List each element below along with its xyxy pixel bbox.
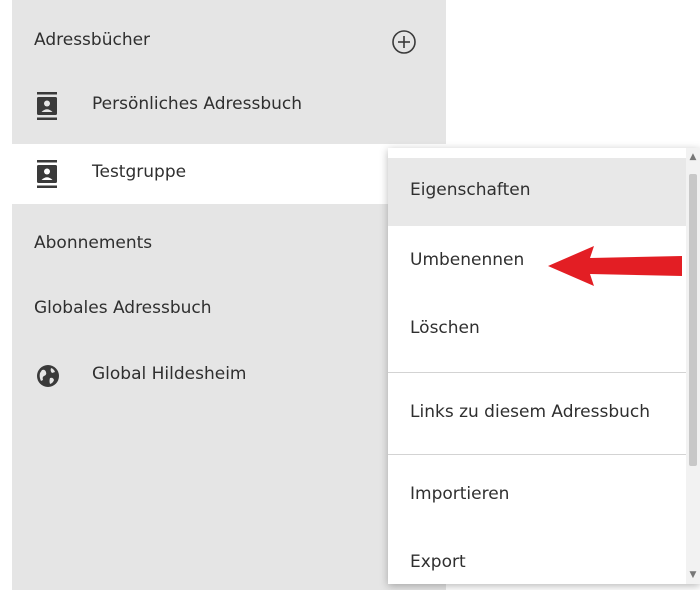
menu-item-label: Umbenennen xyxy=(410,250,525,270)
menu-item-links-zu-diesem-adressbuch[interactable]: Links zu diesem Adressbuch xyxy=(388,380,686,448)
menu-divider xyxy=(388,372,686,373)
sidebar-item-label: Testgruppe xyxy=(92,162,187,182)
menu-item-loeschen[interactable]: Löschen xyxy=(388,296,686,364)
menu-item-eigenschaften[interactable]: Eigenschaften xyxy=(388,158,686,226)
red-annotation-arrow-icon xyxy=(548,246,682,286)
address-book-icon xyxy=(37,160,57,188)
sidebar-item-persoenliches-adressbuch[interactable]: Persönliches Adressbuch xyxy=(12,76,446,136)
sidebar-item-testgruppe[interactable]: Testgruppe xyxy=(12,144,446,204)
plus-circle-icon xyxy=(392,30,416,54)
scroll-down-arrow-icon[interactable]: ▼ xyxy=(688,570,698,580)
context-menu: Eigenschaften Umbenennen Löschen Links z… xyxy=(388,148,700,584)
menu-item-label: Eigenschaften xyxy=(410,180,531,200)
globe-icon xyxy=(37,365,59,387)
address-book-sidebar: Adressbücher Persönliches Adressbuch Tes… xyxy=(12,0,446,590)
subscriptions-header: Abonnements xyxy=(34,233,153,253)
sidebar-item-label: Global Hildesheim xyxy=(92,364,247,384)
scroll-thumb[interactable] xyxy=(689,174,697,466)
menu-item-label: Importieren xyxy=(410,484,510,504)
menu-item-label: Links zu diesem Adressbuch xyxy=(410,402,651,422)
menu-item-importieren[interactable]: Importieren xyxy=(388,462,686,530)
address-books-header: Adressbücher xyxy=(34,30,151,50)
sidebar-item-label: Persönliches Adressbuch xyxy=(92,94,303,114)
add-address-book-button[interactable] xyxy=(390,28,418,56)
menu-item-export[interactable]: Export xyxy=(388,530,686,584)
sidebar-item-global-hildesheim[interactable]: Global Hildesheim xyxy=(12,346,446,406)
menu-item-label: Export xyxy=(410,552,466,572)
global-address-book-header: Globales Adressbuch xyxy=(34,298,212,318)
menu-scrollbar[interactable]: ▲ ▼ xyxy=(686,148,700,584)
menu-divider xyxy=(388,454,686,455)
address-book-icon xyxy=(37,92,57,120)
menu-item-label: Löschen xyxy=(410,318,480,338)
scroll-up-arrow-icon[interactable]: ▲ xyxy=(688,152,698,162)
